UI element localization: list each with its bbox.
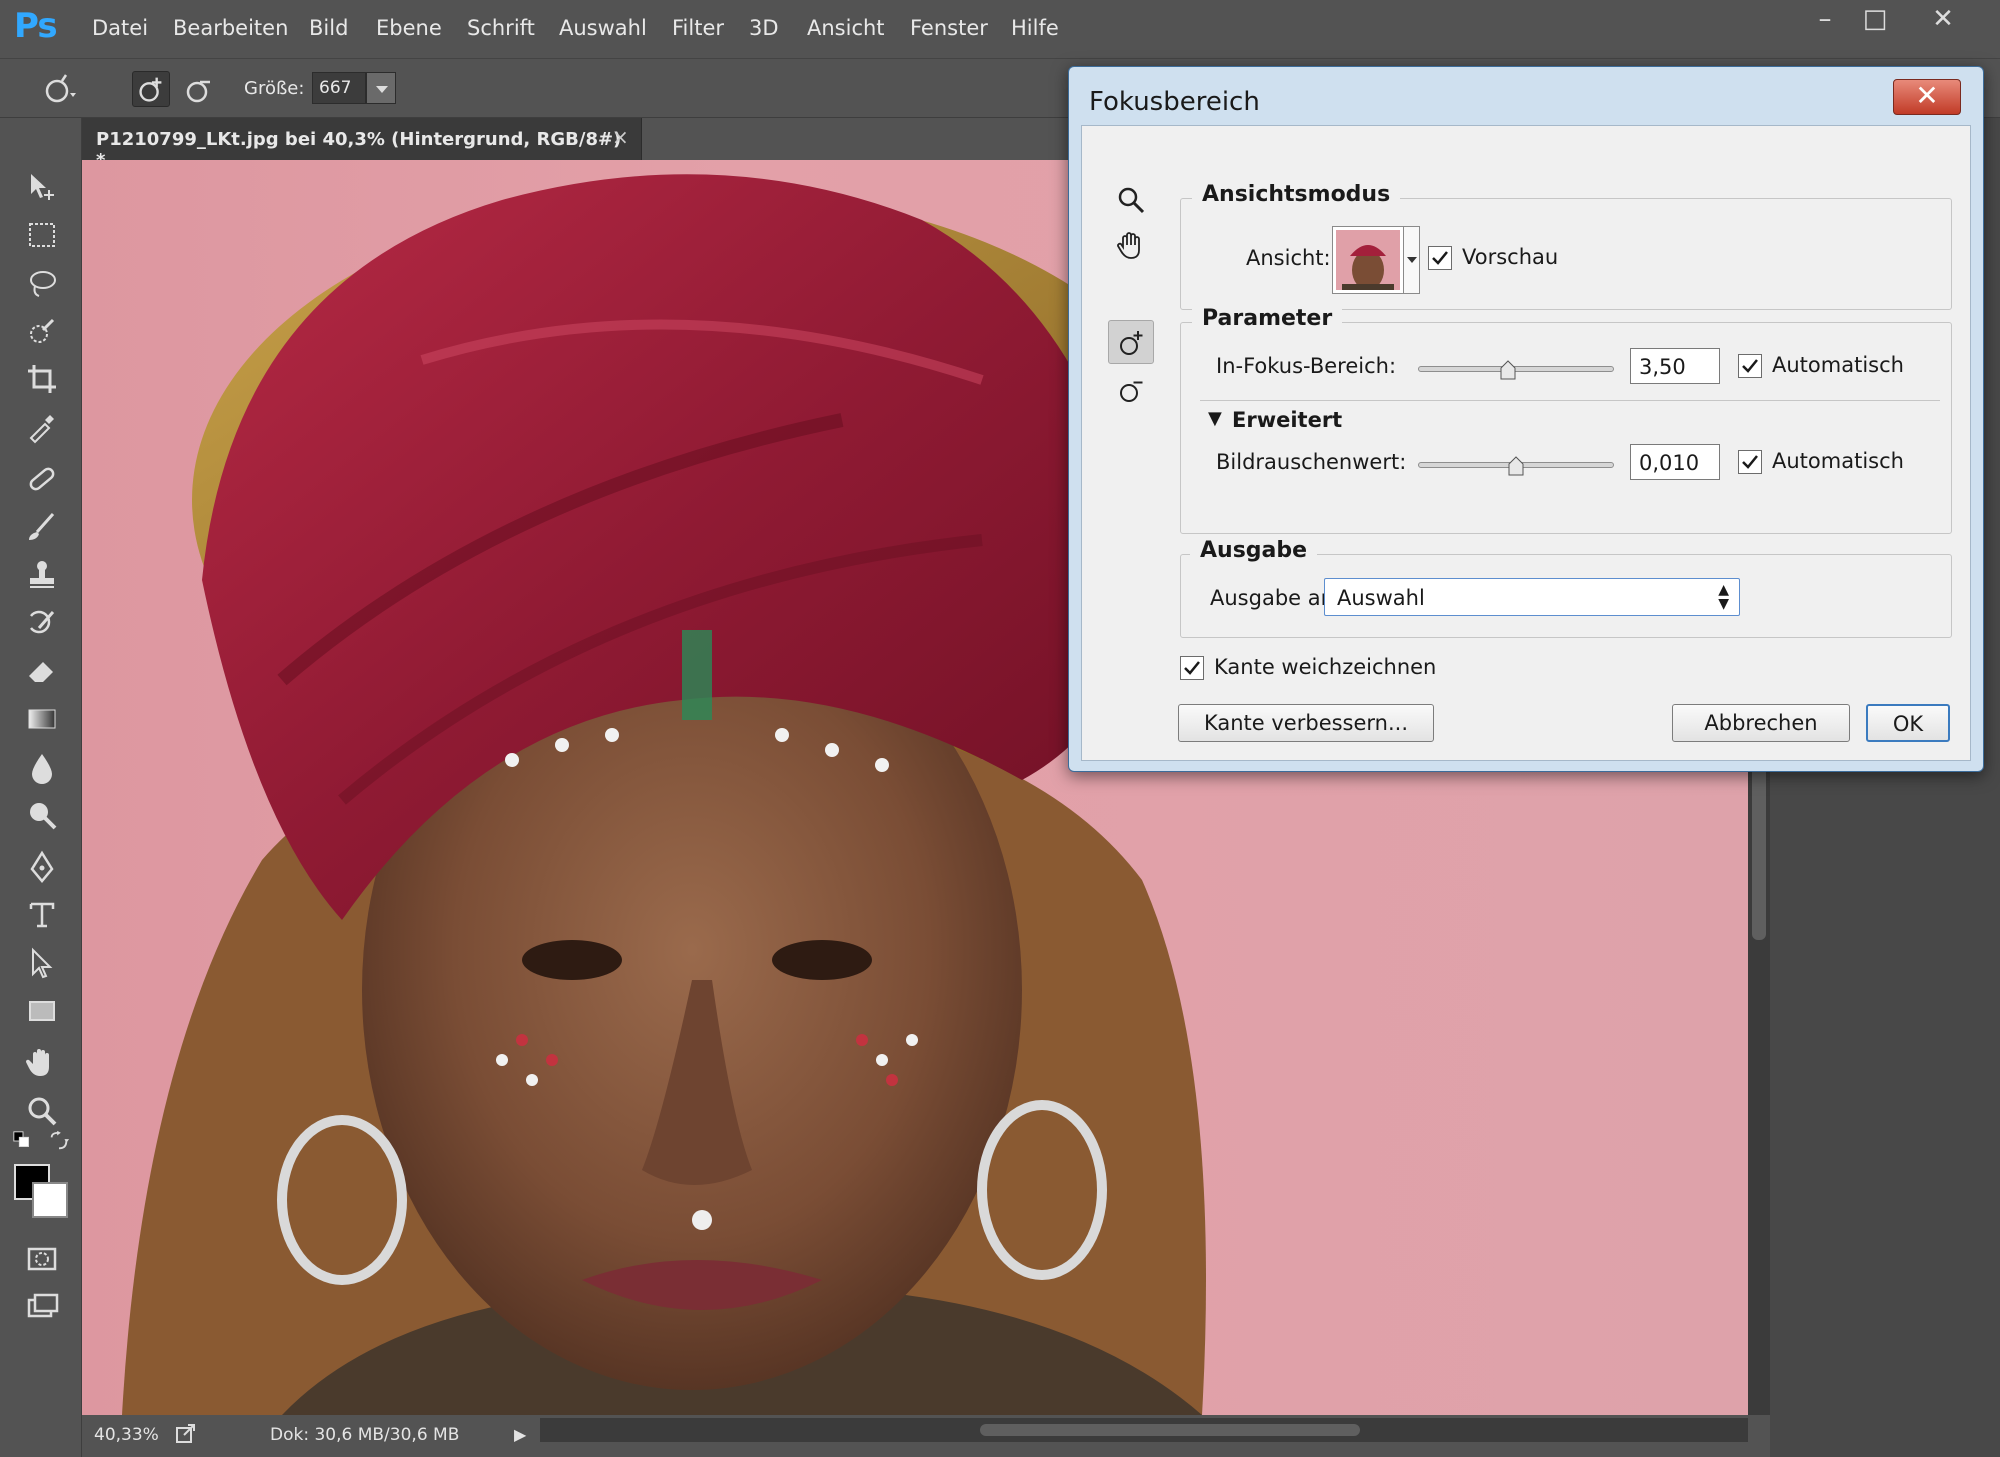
marquee-tool-icon[interactable]	[20, 216, 64, 254]
output-select[interactable]: Auswahl ▲ ▼	[1324, 578, 1740, 616]
default-colors-icon[interactable]	[8, 1128, 38, 1152]
background-color-swatch[interactable]	[32, 1182, 68, 1218]
soften-edge-checkbox[interactable]	[1180, 656, 1204, 680]
quick-selection-tool-icon[interactable]	[20, 312, 64, 350]
soften-edge-label: Kante weichzeichnen	[1214, 655, 1437, 679]
noise-label: Bildrauschenwert:	[1216, 450, 1407, 474]
document-tab[interactable]: P1210799_LKt.jpg bei 40,3% (Hintergrund,…	[82, 118, 642, 171]
in-focus-input[interactable]: 3,50	[1630, 348, 1720, 384]
size-input[interactable]: 667	[312, 72, 366, 104]
tools-panel	[0, 118, 82, 1457]
horizontal-scroll-thumb[interactable]	[980, 1424, 1360, 1436]
document-size-info: Dok: 30,6 MB/30,6 MB	[270, 1425, 460, 1445]
view-thumbnail[interactable]	[1332, 226, 1404, 294]
in-focus-slider-thumb[interactable]	[1500, 360, 1516, 380]
type-tool-icon[interactable]	[20, 896, 64, 934]
rectangle-tool-icon[interactable]	[20, 992, 64, 1030]
ok-button[interactable]: OK	[1866, 704, 1950, 742]
pen-tool-icon[interactable]	[20, 848, 64, 886]
noise-input[interactable]: 0,010	[1630, 444, 1720, 480]
blur-tool-icon[interactable]	[20, 748, 64, 786]
healing-brush-tool-icon[interactable]	[20, 460, 64, 498]
lasso-tool-icon[interactable]	[20, 264, 64, 302]
output-legend: Ausgabe	[1190, 538, 1318, 563]
eyedropper-tool-icon[interactable]	[20, 408, 64, 446]
swap-colors-icon[interactable]	[44, 1128, 74, 1152]
menu-auswahl[interactable]: Auswahl	[559, 16, 647, 40]
menu-ansicht[interactable]: Ansicht	[807, 16, 885, 40]
dialog-title: Fokusbereich	[1089, 87, 1260, 117]
select-arrows-icon: ▲ ▼	[1718, 582, 1729, 612]
crop-tool-icon[interactable]	[20, 360, 64, 398]
size-dropdown-button[interactable]	[366, 72, 396, 104]
hand-tool-icon[interactable]	[20, 1044, 64, 1082]
advanced-label[interactable]: Erweitert	[1232, 408, 1342, 432]
view-label: Ansicht:	[1246, 246, 1331, 270]
dodge-tool-icon[interactable]	[20, 796, 64, 834]
brush-tool-icon[interactable]	[20, 508, 64, 546]
view-dropdown-button[interactable]	[1404, 226, 1420, 294]
menu-filter[interactable]: Filter	[672, 16, 724, 40]
vertical-scroll-thumb[interactable]	[1752, 760, 1766, 940]
preview-label: Vorschau	[1462, 245, 1559, 269]
menu-3d[interactable]: 3D	[749, 16, 779, 40]
in-focus-auto-checkbox[interactable]	[1738, 354, 1762, 378]
advanced-toggle-icon[interactable]: ▼	[1208, 408, 1222, 429]
dialog-close-button[interactable]: ✕	[1893, 79, 1961, 115]
zoom-level[interactable]: 40,33%	[94, 1425, 159, 1445]
menu-datei[interactable]: Datei	[92, 16, 148, 40]
minimize-button[interactable]: –	[1800, 2, 1850, 38]
dialog-hand-icon[interactable]	[1108, 224, 1154, 268]
photoshop-window: Ps Datei Bearbeiten Bild Ebene Schrift A…	[0, 0, 2000, 1457]
dialog-zoom-icon[interactable]	[1108, 178, 1154, 222]
status-menu-arrow-icon[interactable]: ▶	[514, 1425, 526, 1444]
menu-bearbeiten[interactable]: Bearbeiten	[173, 16, 288, 40]
noise-slider-thumb[interactable]	[1508, 456, 1524, 476]
parameter-legend: Parameter	[1192, 306, 1343, 331]
menu-bild[interactable]: Bild	[309, 16, 348, 40]
refine-edge-button[interactable]: Kante verbessern...	[1178, 704, 1434, 742]
dialog-focus-add-icon[interactable]	[1108, 320, 1154, 364]
gradient-tool-icon[interactable]	[20, 700, 64, 738]
subtract-from-focus-icon[interactable]	[180, 71, 218, 107]
dialog-focus-subtract-icon[interactable]	[1108, 368, 1154, 412]
menu-fenster[interactable]: Fenster	[910, 16, 988, 40]
output-select-value: Auswahl	[1337, 586, 1425, 610]
preview-checkbox[interactable]	[1428, 246, 1452, 270]
output-label: Ausgabe an:	[1210, 586, 1341, 610]
zoom-tool-icon[interactable]	[20, 1092, 64, 1130]
eraser-tool-icon[interactable]	[20, 652, 64, 690]
cancel-button[interactable]: Abbrechen	[1672, 704, 1850, 742]
menu-ebene[interactable]: Ebene	[376, 16, 442, 40]
clone-stamp-tool-icon[interactable]	[20, 556, 64, 594]
close-tab-icon[interactable]: ×	[612, 125, 629, 149]
menu-bar: Ps Datei Bearbeiten Bild Ebene Schrift A…	[0, 0, 2000, 58]
noise-auto-checkbox[interactable]	[1738, 450, 1762, 474]
move-tool-icon[interactable]	[20, 168, 64, 206]
horizontal-scrollbar[interactable]	[540, 1418, 1748, 1442]
size-label: Größe:	[244, 78, 305, 99]
tool-preset-icon[interactable]	[40, 71, 78, 107]
menu-hilfe[interactable]: Hilfe	[1011, 16, 1059, 40]
in-focus-auto-label: Automatisch	[1772, 353, 1904, 377]
advanced-divider	[1200, 400, 1940, 401]
history-brush-tool-icon[interactable]	[20, 604, 64, 642]
maximize-button[interactable]: □	[1850, 2, 1900, 38]
screen-mode-icon[interactable]	[20, 1288, 64, 1326]
quick-mask-icon[interactable]	[20, 1240, 64, 1278]
ps-logo: Ps	[14, 6, 58, 46]
fokusbereich-dialog: Fokusbereich ✕ Ansichtsmodus Ansicht: Vo…	[1068, 66, 1984, 772]
add-to-focus-icon[interactable]	[132, 71, 170, 107]
export-icon[interactable]	[174, 1421, 198, 1445]
dialog-body: Ansichtsmodus Ansicht: Vorschau Paramete…	[1081, 125, 1971, 761]
in-focus-label: In-Fokus-Bereich:	[1216, 354, 1397, 378]
menu-schrift[interactable]: Schrift	[467, 16, 535, 40]
path-selection-tool-icon[interactable]	[20, 944, 64, 982]
close-window-button[interactable]: ✕	[1918, 2, 1968, 38]
view-mode-legend: Ansichtsmodus	[1192, 182, 1401, 207]
noise-auto-label: Automatisch	[1772, 449, 1904, 473]
